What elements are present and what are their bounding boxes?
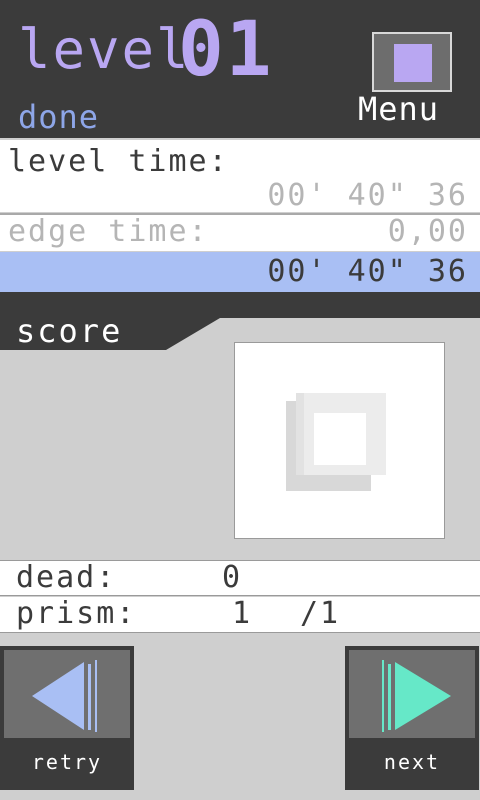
next-button-face[interactable] (349, 650, 475, 738)
arrow-right-icon (382, 660, 451, 732)
next-button[interactable]: next (345, 646, 479, 790)
total-time-value: 00' 40" 36 (267, 254, 468, 289)
dead-value: 0 (222, 560, 243, 595)
arrow-left-icon (32, 660, 97, 732)
empty-square-score-icon (286, 393, 386, 491)
level-time-label: level time: (8, 144, 229, 179)
square-menu-icon (394, 44, 432, 82)
next-label: next (383, 750, 441, 774)
prism-total: /1 (300, 596, 341, 631)
prism-value: 1 (232, 596, 253, 631)
prism-label: prism: (16, 596, 137, 631)
retry-button[interactable]: retry (0, 646, 134, 790)
edge-time-value: 0,00 (387, 214, 468, 249)
score-panel (234, 342, 445, 539)
level-number: 01 (178, 4, 274, 93)
retry-button-face[interactable] (4, 650, 130, 738)
retry-label: retry (31, 750, 103, 774)
level-word: level (18, 18, 191, 81)
edge-time-label: edge time: (8, 214, 209, 249)
score-label: score (16, 312, 123, 350)
level-status: done (18, 98, 100, 136)
menu-button[interactable] (372, 32, 452, 92)
dead-label: dead: (16, 560, 117, 595)
menu-label[interactable]: Menu (358, 90, 439, 128)
level-time-value: 00' 40" 36 (267, 178, 468, 213)
